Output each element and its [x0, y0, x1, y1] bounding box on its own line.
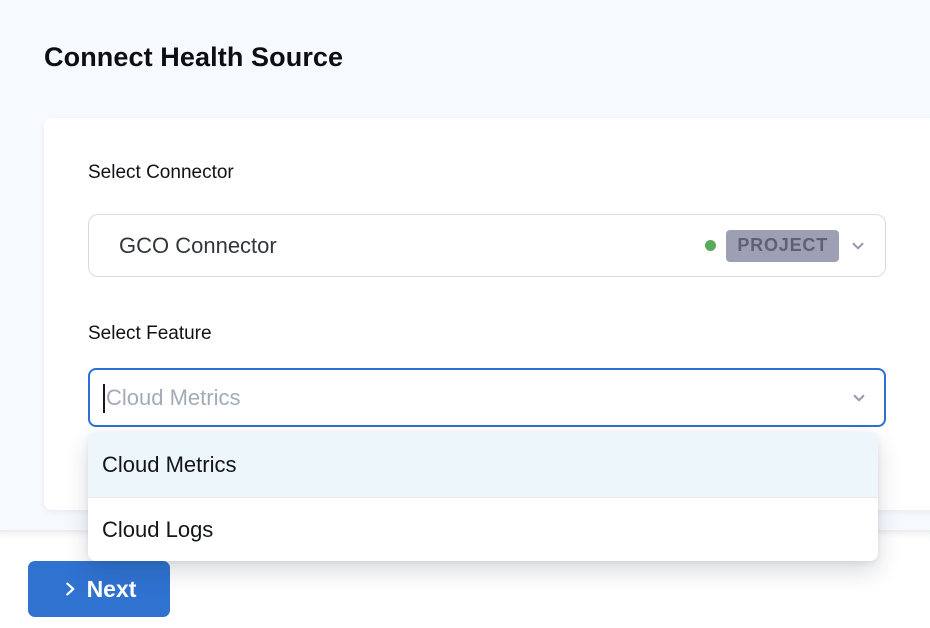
option-cloud-logs[interactable]: Cloud Logs — [88, 497, 878, 561]
chevron-down-icon[interactable] — [850, 389, 868, 407]
next-button-label: Next — [87, 576, 137, 603]
text-caret — [103, 384, 105, 413]
page-title: Connect Health Source — [44, 42, 343, 73]
feature-options-menu: Cloud Metrics Cloud Logs — [88, 432, 878, 561]
option-cloud-metrics[interactable]: Cloud Metrics — [88, 432, 878, 497]
select-connector-label: Select Connector — [88, 162, 234, 184]
chevron-down-icon — [849, 237, 867, 255]
connector-status-dot-icon — [705, 240, 716, 251]
select-feature-label: Select Feature — [88, 323, 212, 345]
next-button[interactable]: Next — [28, 561, 170, 617]
feature-combobox[interactable] — [88, 368, 886, 427]
chevron-right-icon — [62, 580, 78, 598]
connector-selected-value: GCO Connector — [119, 233, 277, 259]
connector-select[interactable]: GCO Connector PROJECT — [88, 214, 886, 277]
connector-scope-badge: PROJECT — [726, 230, 839, 262]
feature-input[interactable] — [90, 370, 850, 425]
